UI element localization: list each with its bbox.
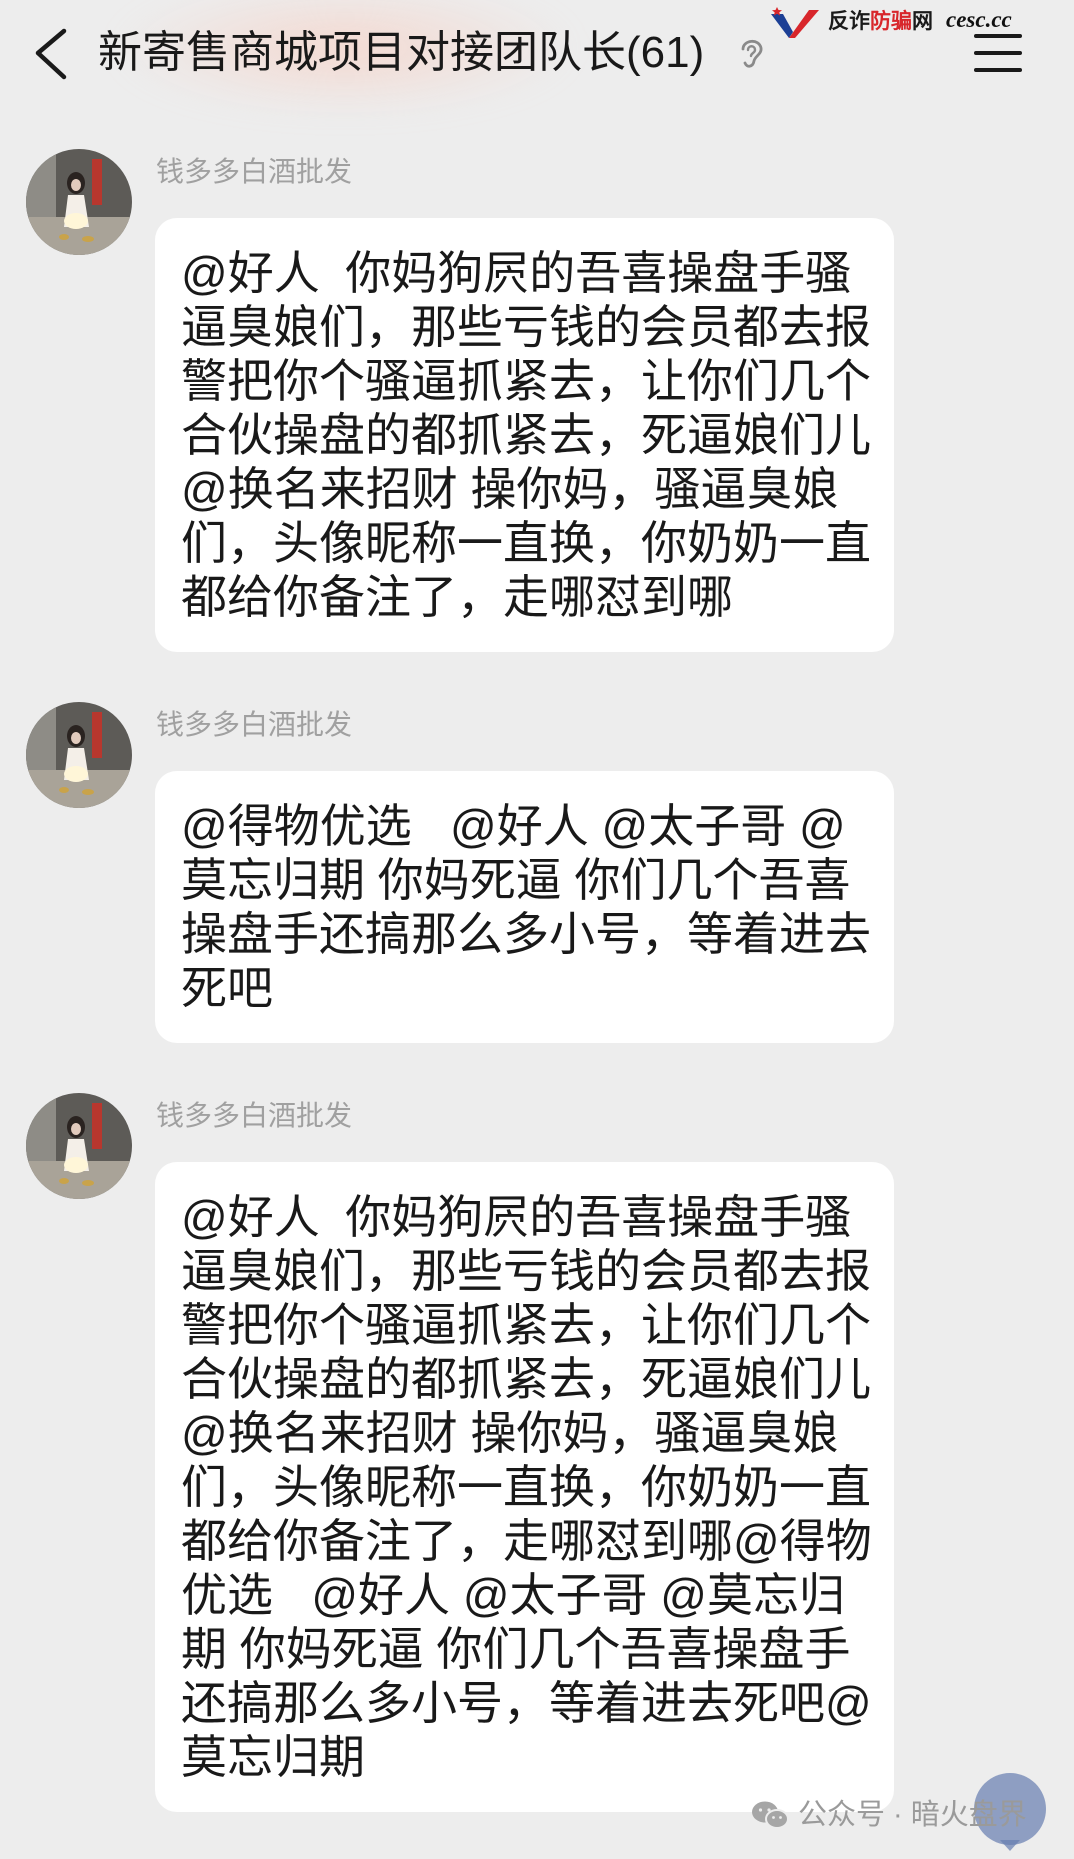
watermark-site-part: 网: [912, 10, 933, 33]
message-text: @好人 你妈狗屄的吾喜操盘手骚 逼臭娘们，那些亏钱的会员都去报 警把你个骚逼抓紧…: [181, 1191, 872, 1783]
message-text: @好人 你妈狗屄的吾喜操盘手骚 逼臭娘们，那些亏钱的会员都去报 警把你个骚逼抓紧…: [181, 247, 871, 623]
watermark-site-part: 反诈: [828, 10, 870, 33]
message-bubble[interactable]: @得物优选 @好人 @太子哥 @ 莫忘归期 你妈死逼 你们几个吾喜 操盘手还搞那…: [155, 771, 894, 1043]
sender-name: 钱多多白酒批发: [156, 709, 353, 740]
watermark-account: 公众号 · 暗火盘界: [798, 1799, 1027, 1831]
wechat-icon: [750, 1800, 790, 1830]
menu-icon[interactable]: [974, 30, 1024, 74]
floating-circle-tail: [1000, 1840, 1020, 1851]
watermark-site-part-red: 防骗: [870, 10, 912, 33]
sender-name: 钱多多白酒批发: [156, 156, 353, 187]
message-text: @得物优选 @好人 @太子哥 @ 莫忘归期 你妈死逼 你们几个吾喜 操盘手还搞那…: [181, 800, 871, 1014]
chat-title: 新寄售商城项目对接团队长(61): [98, 28, 705, 77]
watermark-domain: cesc.cc: [946, 7, 1012, 32]
message-bubble[interactable]: @好人 你妈狗屄的吾喜操盘手骚 逼臭娘们，那些亏钱的会员都去报 警把你个骚逼抓紧…: [155, 218, 894, 652]
back-arrow-icon[interactable]: [30, 26, 72, 82]
v-logo-icon: [768, 6, 822, 40]
avatar[interactable]: [26, 702, 132, 808]
avatar[interactable]: [26, 1093, 132, 1199]
message-bubble[interactable]: @好人 你妈狗屄的吾喜操盘手骚 逼臭娘们，那些亏钱的会员都去报 警把你个骚逼抓紧…: [155, 1162, 894, 1812]
watermark-site-name: 反诈防骗网: [828, 8, 933, 36]
avatar[interactable]: [26, 149, 132, 255]
ear-icon: [736, 35, 766, 71]
sender-name: 钱多多白酒批发: [156, 1100, 353, 1131]
